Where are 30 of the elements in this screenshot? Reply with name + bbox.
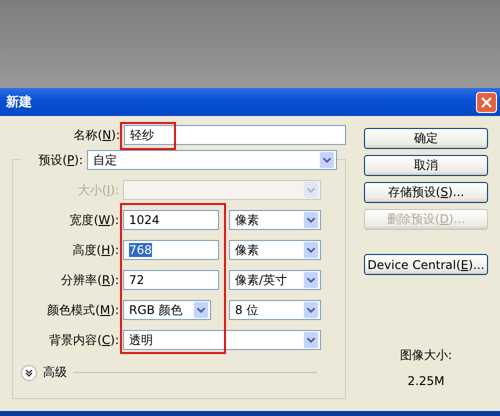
- close-icon[interactable]: [476, 92, 497, 112]
- preset-dropdown[interactable]: 自定: [87, 150, 337, 170]
- mode-dropdown[interactable]: RGB 颜色: [123, 300, 211, 320]
- field-label: 颜色模式(M):: [46, 302, 120, 318]
- field-label: 高度(H):: [72, 242, 120, 258]
- field-label: 宽度(W):: [68, 212, 120, 228]
- field-label: 背景内容(C):: [48, 332, 120, 348]
- value-field[interactable]: 72: [123, 270, 219, 290]
- dialog-button[interactable]: 取消: [364, 155, 488, 176]
- image-size-value: 2.25M: [406, 374, 446, 388]
- unit-dropdown[interactable]: 像素/英寸: [229, 270, 321, 290]
- advanced-label[interactable]: 高级: [43, 364, 67, 381]
- window-title: 新建: [6, 94, 32, 111]
- device-central-button[interactable]: Device Central(E)...: [364, 254, 488, 275]
- dialog-button[interactable]: 存储预设(S)...: [364, 182, 488, 203]
- highlight-frame: [120, 122, 176, 150]
- field-label: 大小(I):: [77, 182, 120, 198]
- name-field[interactable]: 轻纱: [124, 125, 346, 145]
- background-dropdown[interactable]: 透明: [123, 330, 321, 350]
- field-label: 名称(N):: [72, 126, 121, 144]
- image-size-label: 图像大小:: [398, 347, 454, 364]
- value-field[interactable]: 1024: [123, 210, 219, 230]
- field-label: 分辨率(R):: [60, 272, 120, 288]
- unit-dropdown[interactable]: 像素: [229, 210, 321, 230]
- dialog-button[interactable]: 确定: [364, 128, 488, 149]
- depth-dropdown[interactable]: 8 位: [229, 300, 321, 320]
- value-field[interactable]: 768: [123, 240, 219, 260]
- unit-dropdown[interactable]: 像素: [229, 240, 321, 260]
- chevron-icon[interactable]: [21, 364, 37, 380]
- field-label: 预设(P):: [21, 152, 87, 168]
